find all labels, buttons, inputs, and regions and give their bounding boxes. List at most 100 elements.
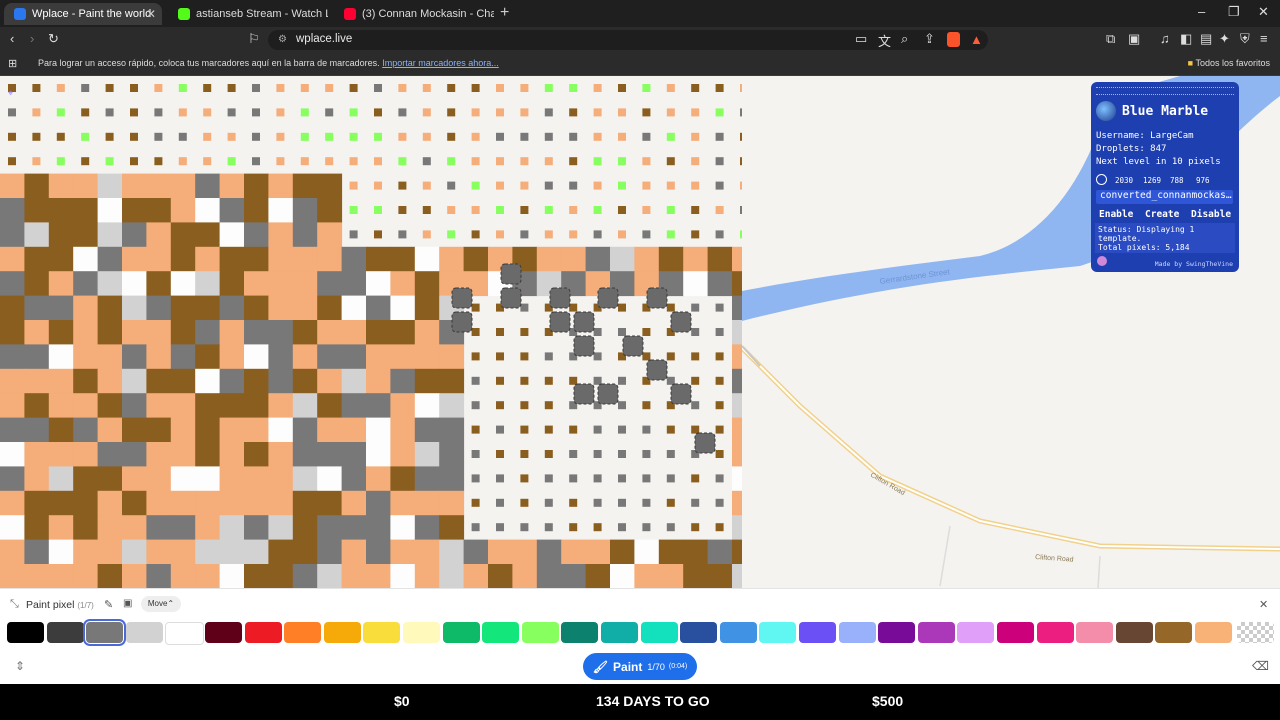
tab-kick-stream[interactable]: astianseb Stream - Watch Live on Ki bbox=[168, 3, 328, 25]
enable-button[interactable]: Enable bbox=[1099, 209, 1133, 220]
collapse-icon[interactable]: ⇕ bbox=[15, 659, 25, 673]
map-marker-icon[interactable]: ⌖ bbox=[8, 88, 13, 99]
pixel-tile bbox=[292, 271, 318, 297]
color-swatch[interactable] bbox=[83, 619, 127, 646]
map-canvas[interactable]: Gerrardstone Street Clifton Road Clifton… bbox=[0, 76, 1280, 588]
pencil-icon[interactable]: ✎ bbox=[104, 598, 113, 611]
create-button[interactable]: Create bbox=[1145, 209, 1179, 220]
tab-wplace[interactable]: Wplace - Paint the world ✕ bbox=[4, 3, 162, 25]
color-swatch[interactable] bbox=[878, 622, 916, 643]
coord-pixel-x[interactable]: 788 bbox=[1170, 176, 1184, 185]
pixel-dot bbox=[398, 84, 407, 92]
pixel-tile bbox=[390, 368, 416, 394]
extensions-icon[interactable]: ⧉ bbox=[1106, 31, 1115, 47]
color-swatch[interactable] bbox=[1076, 622, 1114, 643]
forward-icon[interactable]: › bbox=[30, 31, 34, 46]
color-swatch[interactable] bbox=[125, 622, 163, 643]
color-swatch[interactable] bbox=[363, 622, 401, 643]
apps-grid-icon[interactable]: ⊞ bbox=[8, 57, 17, 70]
erase-mode-icon[interactable]: ⌫ bbox=[1252, 659, 1269, 673]
drag-handle[interactable] bbox=[1096, 87, 1234, 95]
color-swatch[interactable] bbox=[165, 622, 205, 645]
pixel-tile bbox=[488, 539, 513, 565]
translate-icon[interactable]: 文 bbox=[878, 31, 891, 50]
color-swatch[interactable] bbox=[244, 622, 282, 643]
pixel-dot bbox=[593, 181, 602, 190]
back-icon[interactable]: ‹ bbox=[10, 31, 14, 46]
pixel-dot bbox=[471, 206, 480, 214]
media-icon[interactable]: ♫ bbox=[1160, 31, 1170, 46]
coord-pixel-y[interactable]: 976 bbox=[1196, 176, 1210, 185]
wallet-icon[interactable]: ▤ bbox=[1200, 31, 1212, 47]
color-swatch[interactable] bbox=[323, 622, 361, 643]
color-swatch[interactable] bbox=[719, 622, 757, 643]
leo-ai-icon[interactable]: ✦ bbox=[1219, 31, 1230, 47]
cast-icon[interactable]: ▭ bbox=[855, 31, 867, 47]
color-swatch[interactable] bbox=[561, 622, 599, 643]
pixel-dot bbox=[178, 108, 187, 117]
color-swatch[interactable] bbox=[403, 622, 440, 643]
share-icon[interactable]: ⇪ bbox=[924, 31, 935, 47]
color-swatch[interactable] bbox=[1115, 622, 1153, 643]
brave-shield-icon[interactable] bbox=[947, 32, 960, 47]
vpn-icon[interactable]: ⛨ bbox=[1240, 31, 1250, 47]
color-swatch[interactable] bbox=[7, 622, 44, 643]
color-swatch[interactable] bbox=[284, 622, 322, 643]
blue-marble-panel[interactable]: Blue Marble Username: LargeCam Droplets:… bbox=[1091, 82, 1239, 272]
paint-charges: 1/70 bbox=[647, 661, 665, 672]
bookmark-icon[interactable]: ⚐ bbox=[248, 31, 260, 47]
expand-icon[interactable]: ⤡ bbox=[10, 598, 19, 611]
color-swatch[interactable] bbox=[957, 622, 995, 643]
close-paint-icon[interactable]: ✕ bbox=[1259, 598, 1268, 611]
move-toggle[interactable]: Move⌃ bbox=[141, 596, 181, 612]
brave-rewards-icon[interactable]: ▲ bbox=[970, 32, 984, 47]
disable-button[interactable]: Disable bbox=[1191, 209, 1231, 220]
coords-pin-icon[interactable] bbox=[1096, 174, 1107, 185]
reload-icon[interactable]: ↻ bbox=[48, 31, 59, 47]
color-swatch[interactable] bbox=[799, 622, 836, 643]
color-swatch[interactable] bbox=[601, 622, 638, 643]
paint-button[interactable]: 🖌 Paint 1/70 (0:04) bbox=[583, 653, 697, 680]
import-bookmarks-link[interactable]: Importar marcadores ahora... bbox=[382, 58, 499, 68]
color-swatch[interactable] bbox=[482, 622, 520, 643]
pixel-dot bbox=[496, 352, 504, 361]
site-info-icon[interactable]: ⚙ bbox=[278, 34, 287, 45]
transparent-swatch[interactable] bbox=[1237, 622, 1274, 643]
color-swatch[interactable] bbox=[917, 622, 955, 643]
color-swatch[interactable] bbox=[1155, 622, 1193, 643]
color-swatch[interactable] bbox=[997, 622, 1034, 643]
color-swatch[interactable] bbox=[46, 622, 84, 643]
coord-tile-x[interactable]: 2030 bbox=[1115, 176, 1133, 185]
pixel-dot bbox=[593, 450, 602, 458]
color-swatch[interactable] bbox=[640, 622, 678, 643]
eraser-icon[interactable]: ▣ bbox=[123, 598, 132, 609]
sidebar-icon[interactable]: ◧ bbox=[1180, 31, 1192, 47]
color-swatch[interactable] bbox=[205, 622, 242, 643]
pixel-dot bbox=[642, 401, 651, 410]
color-swatch[interactable] bbox=[1195, 622, 1232, 643]
close-window-icon[interactable]: ✕ bbox=[1258, 4, 1269, 20]
coord-tile-y[interactable]: 1269 bbox=[1143, 176, 1161, 185]
color-swatch[interactable] bbox=[680, 622, 718, 643]
color-swatch[interactable] bbox=[759, 622, 797, 643]
maximize-icon[interactable]: ❐ bbox=[1228, 4, 1240, 20]
close-tab-icon[interactable]: ✕ bbox=[146, 7, 156, 21]
pixel-tile bbox=[683, 246, 709, 272]
pixel-tile bbox=[317, 466, 343, 492]
template-file-input[interactable]: converted_connanmockas… bbox=[1096, 190, 1233, 204]
color-swatch[interactable] bbox=[838, 622, 876, 643]
new-tab-icon[interactable]: + bbox=[500, 4, 509, 22]
minimize-icon[interactable]: – bbox=[1198, 4, 1205, 19]
color-swatch[interactable] bbox=[1036, 622, 1074, 643]
zoom-icon[interactable]: ⌕ bbox=[901, 31, 908, 47]
color-swatch[interactable] bbox=[442, 622, 480, 643]
settings-icon[interactable] bbox=[1097, 256, 1107, 266]
pixel-tile bbox=[561, 564, 587, 588]
menu-icon[interactable]: ≡ bbox=[1260, 31, 1268, 46]
screenshot-icon[interactable]: ▣ bbox=[1128, 31, 1140, 47]
pixel-art-canvas[interactable] bbox=[0, 76, 742, 588]
tab-youtube[interactable]: (3) Connan Mockasin - Charlotte's Th bbox=[334, 3, 494, 25]
color-swatch[interactable] bbox=[521, 622, 559, 643]
all-favorites[interactable]: ■ Todos los favoritos bbox=[1188, 58, 1270, 68]
url-text[interactable]: wplace.live bbox=[296, 33, 352, 45]
